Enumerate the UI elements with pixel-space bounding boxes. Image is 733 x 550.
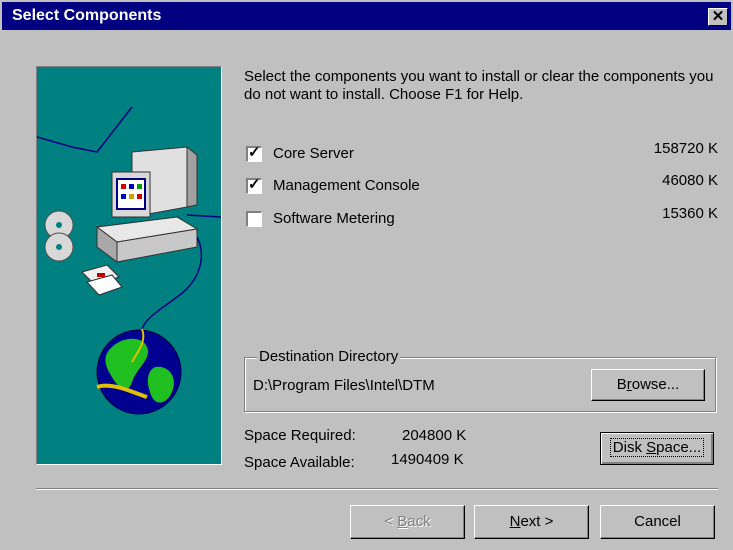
destination-directory-group: Destination Directory D:\Program Files\I… (244, 348, 716, 412)
browse-button[interactable]: Browse... (591, 369, 705, 401)
select-components-dialog: Select Components ✕ Select the component… (0, 0, 733, 550)
destination-path: D:\Program Files\Intel\DTM (253, 377, 435, 394)
next-button[interactable]: Next > (474, 505, 589, 539)
component-size: 15360 K (662, 205, 718, 222)
disk-space-button[interactable]: Disk Space... (600, 432, 714, 465)
space-available-value: 1490409 K (391, 451, 464, 468)
setup-illustration (36, 66, 222, 465)
space-required-value: 204800 K (402, 427, 467, 444)
component-label: Software Metering (273, 210, 395, 227)
component-label: Management Console (273, 177, 420, 194)
intro-text: Select the components you want to instal… (244, 68, 714, 103)
separator (36, 488, 718, 490)
title-bar: Select Components ✕ (2, 2, 731, 30)
cancel-button[interactable]: Cancel (600, 505, 715, 539)
computer-globe-illustration-icon (36, 106, 222, 415)
component-core-server[interactable]: ✓ Core Server 158720 K (246, 140, 718, 164)
window-title: Select Components (12, 7, 162, 24)
space-available-label: Space Available: (244, 454, 355, 471)
software-metering-checkbox[interactable] (246, 211, 262, 227)
space-required-label: Space Required: (244, 427, 356, 444)
back-button[interactable]: < Back (350, 505, 465, 539)
component-size: 46080 K (662, 172, 718, 189)
component-software-metering[interactable]: Software Metering 15360 K (246, 205, 718, 229)
management-console-checkbox[interactable]: ✓ (246, 176, 262, 194)
component-management-console[interactable]: ✓ Management Console 46080 K (246, 172, 718, 196)
close-icon: ✕ (711, 8, 725, 25)
component-label: Core Server (273, 145, 354, 162)
destination-directory-legend: Destination Directory (257, 348, 401, 365)
close-button[interactable]: ✕ (708, 8, 728, 26)
checkmark-icon: ✓ (248, 176, 261, 193)
component-size: 158720 K (653, 140, 718, 157)
core-server-checkbox[interactable]: ✓ (246, 144, 262, 162)
checkmark-icon: ✓ (248, 144, 261, 161)
